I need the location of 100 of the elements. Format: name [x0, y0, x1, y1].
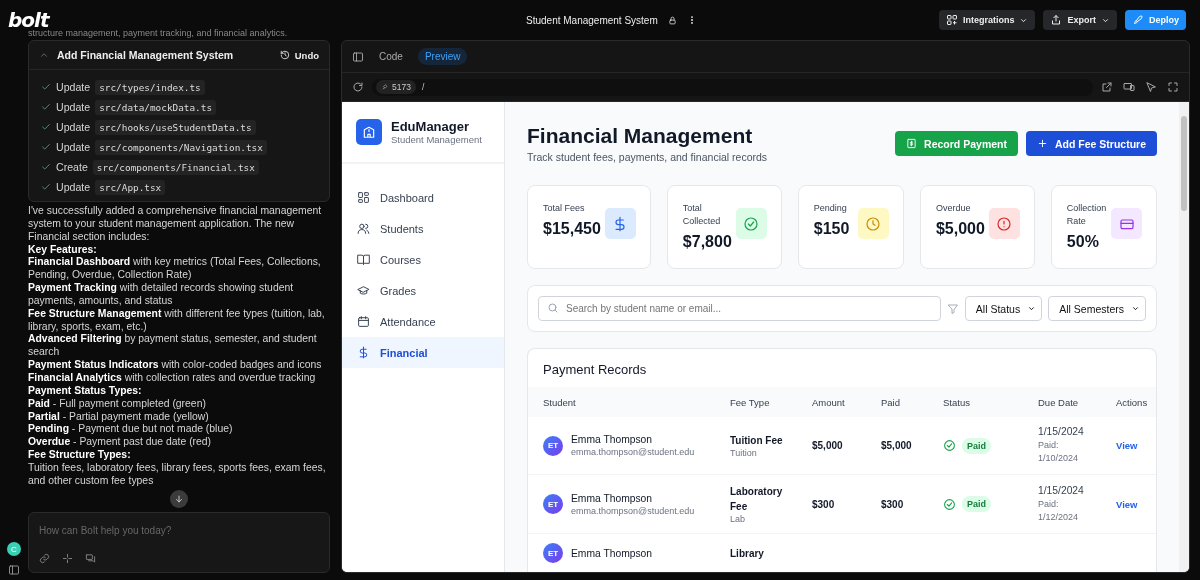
file-path: src/hooks/useStudentData.ts — [95, 119, 256, 135]
filter-dropdown[interactable]: All Semesters — [1048, 296, 1146, 321]
file-path: src/components/Financial.tsx — [92, 159, 259, 175]
step-label: Update — [56, 141, 91, 153]
paid-date: Paid: 1/12/2024 — [1038, 497, 1080, 524]
share-icon — [1050, 14, 1063, 26]
column-header: Due Date — [1038, 396, 1080, 408]
address-bar[interactable]: 5173 / — [372, 78, 1093, 96]
status-badge: Paid — [962, 496, 991, 512]
filter-dropdown[interactable]: All Status — [964, 296, 1043, 321]
check-circle-icon — [943, 497, 956, 511]
caret-icon — [1027, 304, 1037, 313]
scrollbar-thumb[interactable] — [1181, 116, 1187, 211]
integrations-button[interactable]: Integrations — [938, 10, 1036, 30]
filter-icon — [946, 302, 959, 315]
search-icon — [547, 302, 559, 314]
due-date: 1/15/2024 — [1038, 426, 1085, 437]
stat-label: Total Fees — [543, 202, 586, 215]
graduation-cap-icon — [357, 284, 370, 297]
add-fee-button[interactable]: Add Fee Structure — [1026, 131, 1157, 156]
stat-value: $5,000 — [935, 220, 985, 238]
clock-icon — [857, 208, 889, 239]
column-header: Status — [943, 396, 971, 408]
stat-label: Overdue — [935, 202, 972, 215]
project-title: Student Management System — [526, 14, 658, 26]
fullscreen-icon — [1167, 81, 1179, 93]
nav-item[interactable]: Students — [342, 213, 504, 244]
apps-icon — [945, 14, 958, 26]
table-title: Payment Records — [542, 361, 648, 379]
sidebar-icon — [8, 564, 20, 576]
page-title: Financial Management — [527, 124, 754, 148]
message-text: Payment Status Indicators with color-coded badges and icons — [28, 359, 323, 372]
stat-value: $7,800 — [682, 233, 732, 251]
plus-icon — [1037, 138, 1048, 149]
message-text: Financial Analytics with collection rates and overdue tracking — [28, 371, 317, 385]
brand-name: EduManager — [391, 119, 470, 134]
message-text: I've successfully added a comprehensive financial management system to your student management application. The new Financial section includes: — [28, 205, 323, 244]
page-subtitle: Track student fees, payments, and financial records — [527, 151, 768, 163]
undo-button[interactable]: Undo — [279, 49, 319, 61]
link-icon — [39, 553, 50, 564]
book-icon — [357, 253, 370, 266]
fee-category: Lab — [730, 514, 747, 524]
amount: $300 — [812, 498, 835, 510]
amount: $5,000 — [812, 440, 843, 451]
dollar-icon — [357, 346, 370, 359]
grid-icon — [357, 191, 370, 204]
view-tab[interactable]: Code — [372, 48, 410, 65]
step-label: Update — [56, 181, 91, 193]
avatar: ET — [543, 543, 563, 563]
fee-type: Library — [730, 546, 765, 561]
nav-item[interactable]: Grades — [342, 275, 504, 306]
paid-date: Paid: 1/10/2024 — [1038, 439, 1080, 465]
file-path: src/types/index.ts — [95, 79, 205, 95]
message-text: Tuition fees, laboratory fees, library fees, sports fees, exam fees, and other custom fee types — [28, 461, 327, 488]
check-circle-icon — [943, 439, 956, 452]
message-text: Overdue - Payment past due date (red) — [28, 436, 213, 450]
file-path: src/App.tsx — [95, 179, 166, 195]
sidebar-icon — [352, 50, 364, 63]
nav-item[interactable]: Courses — [342, 244, 504, 275]
users-icon — [357, 222, 370, 235]
student-name: Emma Thompson — [571, 492, 654, 504]
step-label: Update — [56, 101, 91, 113]
stat-value: $150 — [813, 220, 851, 238]
step-label: Update — [56, 121, 91, 133]
nav-item[interactable]: Dashboard — [342, 182, 504, 213]
student-name: Emma Thompson — [571, 547, 653, 559]
prompt-field[interactable]: How can Bolt help you today? — [39, 524, 319, 536]
nav-item[interactable]: Financial — [342, 337, 504, 368]
export-button[interactable]: Export — [1043, 10, 1117, 30]
history-icon — [279, 50, 290, 60]
avatar: ET — [543, 435, 563, 456]
view-link[interactable]: View — [1116, 440, 1138, 451]
due-date: 1/15/2024 — [1038, 484, 1085, 496]
dollar-icon — [604, 208, 636, 239]
external-link-icon — [1101, 81, 1113, 93]
port-badge: 5173 — [376, 80, 416, 94]
arrow-down-icon — [174, 493, 184, 504]
nav-item[interactable]: Attendance — [342, 306, 504, 337]
message-text: structure management, payment tracking, and financial analytics. — [28, 28, 288, 38]
column-header: Fee Type — [730, 396, 771, 408]
search-field[interactable]: Search by student name or email... — [538, 296, 941, 321]
message-heading: Key Features: — [28, 243, 98, 257]
scroll-down-button[interactable] — [170, 489, 188, 508]
message-text: Partial - Partial payment made (yellow) — [28, 410, 210, 424]
caret-icon — [1131, 304, 1140, 313]
reload-icon — [352, 81, 364, 93]
status-badge: Paid — [962, 437, 991, 454]
brand-subtitle: Student Management — [391, 134, 482, 145]
student-email: emma.thompson@student.edu — [571, 447, 695, 457]
step-label: Update — [56, 81, 91, 93]
view-link[interactable]: View — [1116, 498, 1138, 510]
action-title: Add Financial Management System — [57, 49, 235, 61]
fee-category: Tuition — [730, 448, 758, 458]
message-text: Paid - Full payment completed (green) — [28, 397, 207, 411]
student-email: emma.thompson@student.edu — [571, 505, 695, 516]
calendar-icon — [357, 315, 370, 328]
avatar: ET — [543, 494, 563, 514]
column-header: Student — [543, 396, 577, 408]
stat-label: Total Collected — [682, 202, 722, 228]
view-tab[interactable]: Preview — [417, 48, 468, 65]
